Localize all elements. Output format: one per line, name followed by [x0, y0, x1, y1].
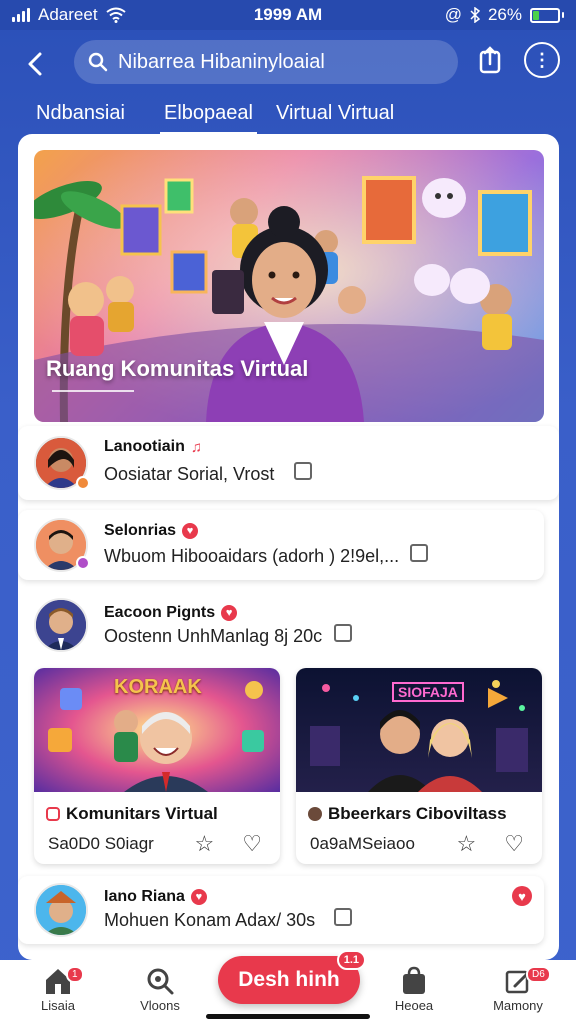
clock: 1999 AM [253, 5, 323, 24]
top-bar: Nibarrea Hibaninyloaial ⋮ [0, 30, 576, 98]
more-options-icon[interactable]: ⋮ [524, 42, 560, 78]
back-arrow-icon[interactable] [20, 48, 52, 80]
heart-icon: ♥ [182, 523, 199, 539]
save-icon[interactable] [410, 544, 428, 562]
avatar [34, 883, 88, 937]
card-subtitle: 0a9aMSeiaoo [310, 834, 415, 853]
at-icon: @ [444, 5, 462, 24]
item-subtitle: Wbuom Hibooaidars (adorh ) 2!9el,... [104, 546, 400, 566]
search-icon [147, 968, 174, 995]
hero-banner[interactable]: Ruang Komunitas Virtual [34, 150, 544, 422]
save-icon[interactable] [334, 908, 352, 926]
wifi-icon [105, 7, 126, 23]
create-button[interactable]: Desh hinh 1.1 [218, 950, 366, 1004]
nav-label: Mamony [493, 998, 543, 1013]
card-banner: SIOFAJA [392, 682, 464, 702]
carrier-label: Adareet [38, 5, 98, 24]
status-bar: Adareet 1999 AM @ 26% [0, 0, 576, 30]
list-item[interactable]: Iano Riana ♥ Mohuen Konam Adax/ 30s ♥ [18, 876, 544, 944]
star-icon[interactable]: ☆ [457, 831, 477, 857]
hero-title: Ruang Komunitas Virtual [46, 356, 309, 381]
item-name: Eacoon Pignts ♥ [104, 604, 238, 622]
list-item[interactable]: Eacoon Pignts ♥ Oostenn UnhManlag 8j 20c [18, 590, 559, 660]
star-icon[interactable]: ☆ [195, 831, 215, 857]
bluetooth-icon [470, 7, 480, 23]
item-name: Lanootiain ♫ [104, 438, 203, 456]
card-title: Komunitars Virtual [46, 804, 218, 824]
heart-icon: ♥ [190, 889, 207, 905]
nav-label: Vloons [140, 998, 180, 1013]
search-input[interactable]: Nibarrea Hibaninyloaial [74, 40, 458, 84]
card-subtitle: Sa0D0 S0iagr [48, 834, 154, 853]
item-name: Selonrias ♥ [104, 522, 199, 540]
community-card[interactable]: KORAAK Komunitars Virtual Sa0D0 S0iagr ☆… [34, 668, 280, 864]
nav-item-edit[interactable]: D6 Mamony [478, 964, 558, 1013]
online-badge [76, 476, 90, 490]
card-banner: KORAAK [114, 676, 202, 698]
item-subtitle: Oosiatar Sorial, Vrost [104, 464, 275, 484]
list-item[interactable]: Lanootiain ♫ Oosiatar Sorial, Vrost [18, 426, 559, 500]
battery-fill [533, 10, 540, 20]
nav-label: Heoea [394, 998, 434, 1013]
nav-badge: 1 [66, 966, 84, 983]
save-icon[interactable] [294, 462, 312, 480]
tab-1[interactable]: Ndbansiai [36, 102, 125, 125]
item-subtitle: Oostenn UnhManlag 8j 20c [104, 626, 323, 646]
battery-percent: 26% [487, 5, 522, 24]
share-icon[interactable] [474, 44, 508, 78]
heart-icon: ♥ [221, 605, 238, 621]
item-name: Iano Riana ♥ [104, 888, 207, 906]
tab-bar: Ndbansiai Elbopaeal Virtual Virtual [0, 96, 576, 135]
hero-underline [52, 390, 134, 392]
cta-badge: 1.1 [336, 950, 366, 970]
battery-icon [530, 7, 564, 23]
home-indicator [206, 1014, 370, 1019]
bag-icon [403, 966, 425, 994]
tab-2[interactable]: Elbopaeal [160, 102, 257, 135]
instagram-icon [46, 807, 60, 821]
nav-item-bag[interactable]: Heoea [374, 964, 454, 1013]
search-icon [88, 52, 108, 72]
online-badge [76, 556, 90, 570]
search-text: Nibarrea Hibaninyloaial [118, 50, 325, 73]
content-card: Ruang Komunitas Virtual Lanootiain ♫ Oos… [18, 134, 559, 960]
nav-item-home[interactable]: 1 Lisaia [18, 964, 98, 1013]
nav-label: Lisaia [41, 998, 75, 1013]
list-item[interactable]: Selonrias ♥ Wbuom Hibooaidars (adorh ) 2… [18, 510, 544, 580]
save-icon[interactable] [334, 624, 352, 642]
heart-icon[interactable]: ♥ [512, 886, 532, 906]
card-title: Bbeerkars Ciboviltass [308, 804, 507, 824]
user-icon [308, 807, 322, 821]
avatar [34, 598, 88, 652]
signal-icon [12, 8, 30, 22]
community-card[interactable]: SIOFAJA Bbeerkars Ciboviltass 0a9aMSeiao… [296, 668, 542, 864]
music-note-icon: ♫ [190, 438, 203, 456]
item-subtitle: Mohuen Konam Adax/ 30s [104, 910, 316, 930]
heart-outline-icon[interactable]: ♡ [242, 831, 262, 857]
heart-outline-icon[interactable]: ♡ [504, 831, 524, 857]
tab-3[interactable]: Virtual Virtual [276, 102, 394, 125]
nav-item-search[interactable]: Vloons [120, 964, 200, 1013]
nav-badge: D6 [526, 966, 551, 983]
